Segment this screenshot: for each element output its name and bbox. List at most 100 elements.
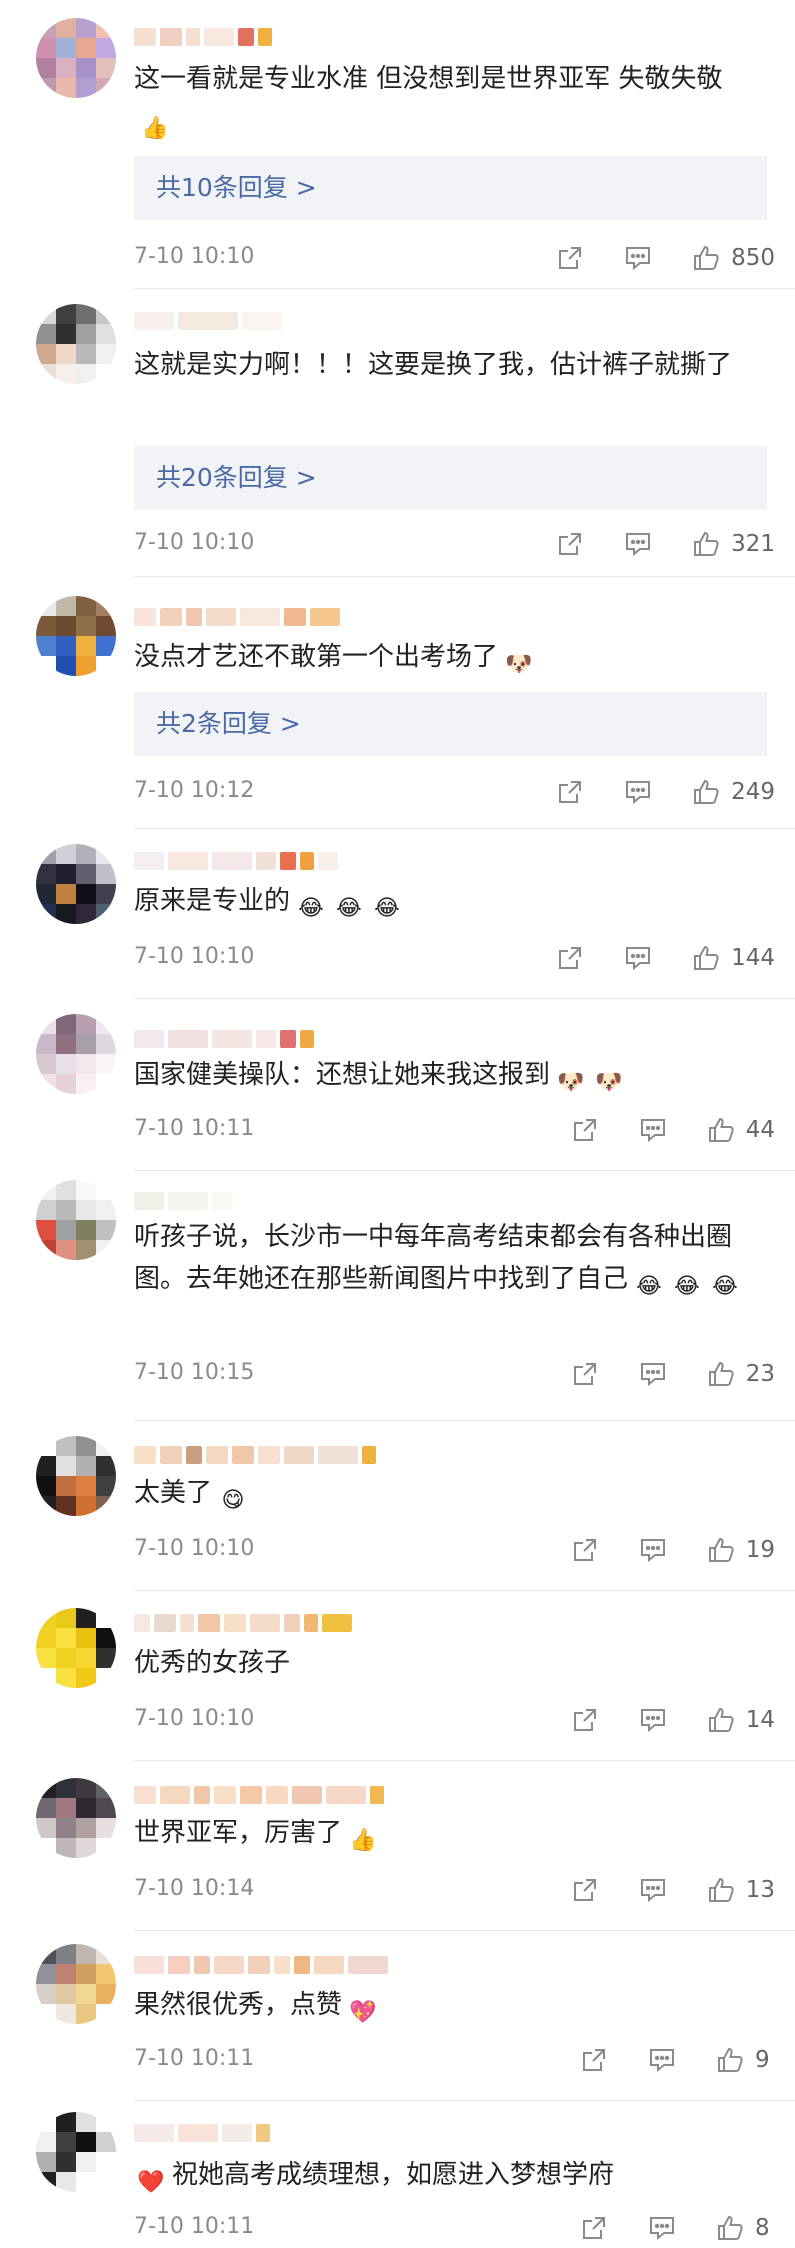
view-replies-link[interactable]: 共20条回复 > bbox=[134, 446, 767, 510]
sparkling-heart-emoji-icon: 💖 bbox=[349, 2000, 377, 2025]
thumbs-up-icon[interactable] bbox=[704, 1357, 738, 1391]
share-icon[interactable] bbox=[568, 1873, 602, 1907]
comment-item: 这一看就是专业水准 但没想到是世界亚军 失敬失敬👍 共10条回复 > 7-10 … bbox=[0, 0, 795, 290]
thumbs-up-icon[interactable] bbox=[689, 941, 723, 975]
avatar[interactable] bbox=[36, 1436, 116, 1516]
divider bbox=[134, 1590, 795, 1591]
comment-text: ❤️ 祝她高考成绩理想，如愿进入梦想学府 bbox=[134, 2154, 759, 2200]
timestamp: 7-10 10:10 bbox=[134, 244, 255, 269]
share-icon[interactable] bbox=[568, 1533, 602, 1567]
username-blurred[interactable] bbox=[134, 1190, 232, 1212]
comment-item: 原来是专业的 😂 😂 😂 7-10 10:10 144 bbox=[0, 838, 795, 1010]
like-count: 144 bbox=[731, 945, 775, 971]
comment-text: 这一看就是专业水准 但没想到是世界亚军 失敬失敬👍 bbox=[134, 58, 759, 146]
share-icon[interactable] bbox=[577, 2043, 611, 2077]
tears-of-joy-emoji-icon: 😂 bbox=[674, 1274, 700, 1299]
thumbs-up-icon[interactable] bbox=[689, 241, 723, 275]
username-blurred[interactable] bbox=[134, 2122, 270, 2144]
comment-meta: 7-10 10:12 249 bbox=[134, 774, 775, 810]
thumbs-up-icon[interactable] bbox=[713, 2043, 747, 2077]
comment-meta: 7-10 10:14 13 bbox=[134, 1872, 775, 1908]
username-blurred[interactable] bbox=[134, 1444, 376, 1466]
comment-meta: 7-10 10:10 14 bbox=[134, 1702, 775, 1738]
comment-item: 没点才艺还不敢第一个出考场了 🐶 共2条回复 > 7-10 10:12 249 bbox=[0, 580, 795, 838]
like-count: 19 bbox=[745, 1537, 775, 1563]
username-blurred[interactable] bbox=[134, 1784, 384, 1806]
timestamp: 7-10 10:10 bbox=[134, 1536, 255, 1561]
avatar[interactable] bbox=[36, 18, 116, 98]
username-blurred[interactable] bbox=[134, 310, 282, 332]
username-blurred[interactable] bbox=[134, 1954, 388, 1976]
comment-meta: 7-10 10:11 8 bbox=[134, 2210, 775, 2246]
like-count: 321 bbox=[731, 531, 775, 557]
comment-item: 这就是实力啊！！！这要是换了我，估计裤子就撕了 共20条回复 > 7-10 10… bbox=[0, 290, 795, 580]
avatar[interactable] bbox=[36, 1014, 116, 1094]
like-count: 249 bbox=[731, 779, 775, 805]
thumbs-up-emoji-icon: 👍 bbox=[141, 116, 169, 141]
avatar[interactable] bbox=[36, 1180, 116, 1260]
share-icon[interactable] bbox=[568, 1703, 602, 1737]
like-count: 850 bbox=[731, 245, 775, 271]
avatar[interactable] bbox=[36, 1778, 116, 1858]
username-blurred[interactable] bbox=[134, 1028, 314, 1050]
dog-emoji-icon: 🐶 bbox=[595, 1070, 623, 1095]
thumbs-up-icon[interactable] bbox=[704, 1873, 738, 1907]
username-blurred[interactable] bbox=[134, 1612, 352, 1634]
timestamp: 7-10 10:11 bbox=[134, 2214, 255, 2239]
comment-item: 世界亚军，厉害了 👍 7-10 10:14 13 bbox=[0, 1770, 795, 1940]
comment-icon[interactable] bbox=[645, 2043, 679, 2077]
username-blurred[interactable] bbox=[134, 606, 340, 628]
share-icon[interactable] bbox=[568, 1113, 602, 1147]
comment-icon[interactable] bbox=[636, 1113, 670, 1147]
view-replies-link[interactable]: 共10条回复 > bbox=[134, 156, 767, 220]
thumbs-up-icon[interactable] bbox=[704, 1703, 738, 1737]
comment-meta: 7-10 10:10 19 bbox=[134, 1532, 775, 1568]
divider bbox=[134, 998, 795, 999]
timestamp: 7-10 10:15 bbox=[134, 1360, 255, 1385]
timestamp: 7-10 10:14 bbox=[134, 1876, 255, 1901]
like-count: 23 bbox=[745, 1361, 775, 1387]
comment-text: 原来是专业的 😂 😂 😂 bbox=[134, 880, 759, 926]
divider bbox=[134, 2100, 795, 2101]
comment-icon[interactable] bbox=[621, 775, 655, 809]
comment-icon[interactable] bbox=[636, 1873, 670, 1907]
share-icon[interactable] bbox=[553, 527, 587, 561]
comment-meta: 7-10 10:10 321 bbox=[134, 526, 775, 562]
timestamp: 7-10 10:11 bbox=[134, 1116, 255, 1141]
share-icon[interactable] bbox=[568, 1357, 602, 1391]
thumbs-up-icon[interactable] bbox=[704, 1533, 738, 1567]
like-count: 8 bbox=[755, 2215, 770, 2241]
comment-icon[interactable] bbox=[636, 1703, 670, 1737]
comment-icon[interactable] bbox=[645, 2211, 679, 2245]
timestamp: 7-10 10:12 bbox=[134, 778, 255, 803]
comment-item: 听孩子说，长沙市一中每年高考结束都会有各种出圈图。去年她还在那些新闻图片中找到了… bbox=[0, 1180, 795, 1430]
comment-icon[interactable] bbox=[621, 241, 655, 275]
share-icon[interactable] bbox=[577, 2211, 611, 2245]
thumbs-up-icon[interactable] bbox=[689, 775, 723, 809]
avatar[interactable] bbox=[36, 1944, 116, 2024]
tears-of-joy-emoji-icon: 😂 bbox=[374, 896, 400, 921]
comment-text: 国家健美操队：还想让她来我这报到 🐶 🐶 bbox=[134, 1054, 759, 1100]
avatar[interactable] bbox=[36, 1608, 116, 1688]
comment-icon[interactable] bbox=[621, 527, 655, 561]
comment-icon[interactable] bbox=[621, 941, 655, 975]
share-icon[interactable] bbox=[553, 241, 587, 275]
avatar[interactable] bbox=[36, 596, 116, 676]
share-icon[interactable] bbox=[553, 775, 587, 809]
username-blurred[interactable] bbox=[134, 850, 338, 872]
avatar[interactable] bbox=[36, 2112, 116, 2192]
comment-text: 世界亚军，厉害了 👍 bbox=[134, 1812, 759, 1858]
thumbs-up-icon[interactable] bbox=[689, 527, 723, 561]
avatar[interactable] bbox=[36, 304, 116, 384]
comment-meta: 7-10 10:11 9 bbox=[134, 2042, 775, 2078]
divider bbox=[134, 1760, 795, 1761]
like-count: 44 bbox=[745, 1117, 775, 1143]
share-icon[interactable] bbox=[553, 941, 587, 975]
comment-icon[interactable] bbox=[636, 1533, 670, 1567]
username-blurred[interactable] bbox=[134, 26, 272, 48]
avatar[interactable] bbox=[36, 844, 116, 924]
thumbs-up-icon[interactable] bbox=[704, 1113, 738, 1147]
thumbs-up-icon[interactable] bbox=[713, 2211, 747, 2245]
view-replies-link[interactable]: 共2条回复 > bbox=[134, 692, 767, 756]
comment-icon[interactable] bbox=[636, 1357, 670, 1391]
